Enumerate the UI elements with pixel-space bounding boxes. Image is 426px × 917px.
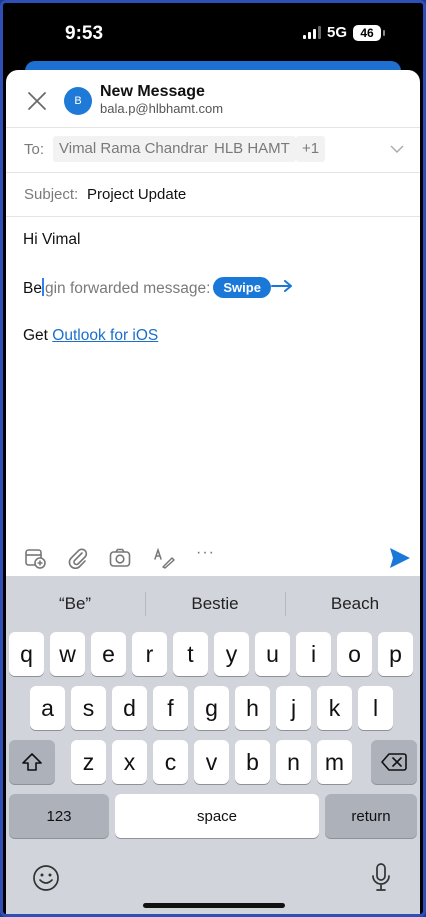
calendar-add-icon[interactable] xyxy=(23,546,47,570)
recipient-chip[interactable]: HLB HAMT xyxy=(208,136,296,162)
body-greeting[interactable]: Hi Vimal xyxy=(23,231,80,249)
page-title: New Message xyxy=(100,83,205,100)
signature-line: Get Outlook for iOS xyxy=(23,327,158,345)
key[interactable]: w xyxy=(50,632,85,676)
key[interactable]: k xyxy=(317,686,352,730)
key[interactable]: y xyxy=(214,632,249,676)
key[interactable]: g xyxy=(194,686,229,730)
chevron-down-icon[interactable] xyxy=(390,144,404,154)
battery-level: 46 xyxy=(360,25,374,40)
key[interactable]: j xyxy=(276,686,311,730)
subject-field[interactable]: Project Update xyxy=(87,186,186,203)
compose-sheet: B New Message bala.p@hlbhamt.com To: Vim… xyxy=(6,70,420,576)
swipe-hint-badge[interactable]: Swipe xyxy=(213,277,271,298)
autocomplete-suggestion: gin forwarded message: xyxy=(44,280,211,297)
key[interactable]: f xyxy=(153,686,188,730)
camera-icon[interactable] xyxy=(108,546,132,570)
send-icon[interactable] xyxy=(389,547,411,569)
to-label: To: xyxy=(24,141,45,158)
phone-screen: 9:53 5G 46 B New Message bala.p@hlbhamt.… xyxy=(0,0,426,917)
key[interactable]: e xyxy=(91,632,126,676)
status-indicators: 5G 46 xyxy=(302,24,385,41)
from-address[interactable]: bala.p@hlbhamt.com xyxy=(100,101,223,116)
key[interactable]: x xyxy=(112,740,147,784)
suggestion-item[interactable]: “Be” xyxy=(6,576,144,632)
typed-text: Be xyxy=(23,280,42,297)
recipient-more-count[interactable]: +1 xyxy=(296,136,326,162)
key[interactable]: r xyxy=(132,632,167,676)
key[interactable]: z xyxy=(71,740,106,784)
key[interactable]: c xyxy=(153,740,188,784)
key[interactable]: s xyxy=(71,686,106,730)
suggestion-item[interactable]: Beach xyxy=(286,576,423,632)
subject-label: Subject: xyxy=(24,186,79,203)
key[interactable]: i xyxy=(296,632,331,676)
key[interactable]: a xyxy=(30,686,65,730)
backspace-icon xyxy=(381,753,407,771)
key[interactable]: m xyxy=(317,740,352,784)
key[interactable]: u xyxy=(255,632,290,676)
battery-icon: 46 xyxy=(353,24,385,41)
arrow-right-icon xyxy=(270,280,292,292)
key[interactable]: d xyxy=(112,686,147,730)
signal-icon xyxy=(302,26,321,39)
return-key[interactable]: return xyxy=(325,794,417,838)
key[interactable]: t xyxy=(173,632,208,676)
network-label: 5G xyxy=(326,24,347,41)
compose-toolbar: ··· xyxy=(6,540,420,576)
key[interactable]: q xyxy=(9,632,44,676)
key[interactable]: h xyxy=(235,686,270,730)
suggestion-item[interactable]: Bestie xyxy=(146,576,284,632)
status-time: 9:53 xyxy=(65,23,104,44)
outlook-link[interactable]: Outlook for iOS xyxy=(52,327,158,344)
shift-key[interactable] xyxy=(9,740,55,784)
keyboard: “Be” Bestie Beach q w e r t y u i o p a … xyxy=(6,576,420,914)
more-icon[interactable]: ··· xyxy=(196,544,220,568)
status-bar: 9:53 5G 46 xyxy=(3,3,423,65)
delete-key[interactable] xyxy=(371,740,417,784)
key[interactable]: v xyxy=(194,740,229,784)
avatar: B xyxy=(64,87,92,115)
home-indicator[interactable] xyxy=(143,903,285,908)
signature-prefix: Get xyxy=(23,327,53,344)
body-forward-line[interactable]: Be gin forwarded message: Swipe xyxy=(23,277,293,298)
key[interactable]: o xyxy=(337,632,372,676)
key[interactable]: b xyxy=(235,740,270,784)
shift-icon xyxy=(22,753,42,771)
divider xyxy=(6,216,420,217)
draw-icon[interactable] xyxy=(152,546,176,570)
divider xyxy=(6,127,420,128)
emoji-icon[interactable] xyxy=(32,864,60,892)
close-icon[interactable] xyxy=(26,90,48,112)
key[interactable]: l xyxy=(358,686,393,730)
divider xyxy=(6,172,420,173)
space-key[interactable]: space xyxy=(115,794,319,838)
recipient-chip[interactable]: Vimal Rama Chandran xyxy=(53,136,217,162)
key[interactable]: n xyxy=(276,740,311,784)
numbers-key[interactable]: 123 xyxy=(9,794,109,838)
attachment-icon[interactable] xyxy=(66,546,90,570)
key[interactable]: p xyxy=(378,632,413,676)
microphone-icon[interactable] xyxy=(370,862,392,894)
